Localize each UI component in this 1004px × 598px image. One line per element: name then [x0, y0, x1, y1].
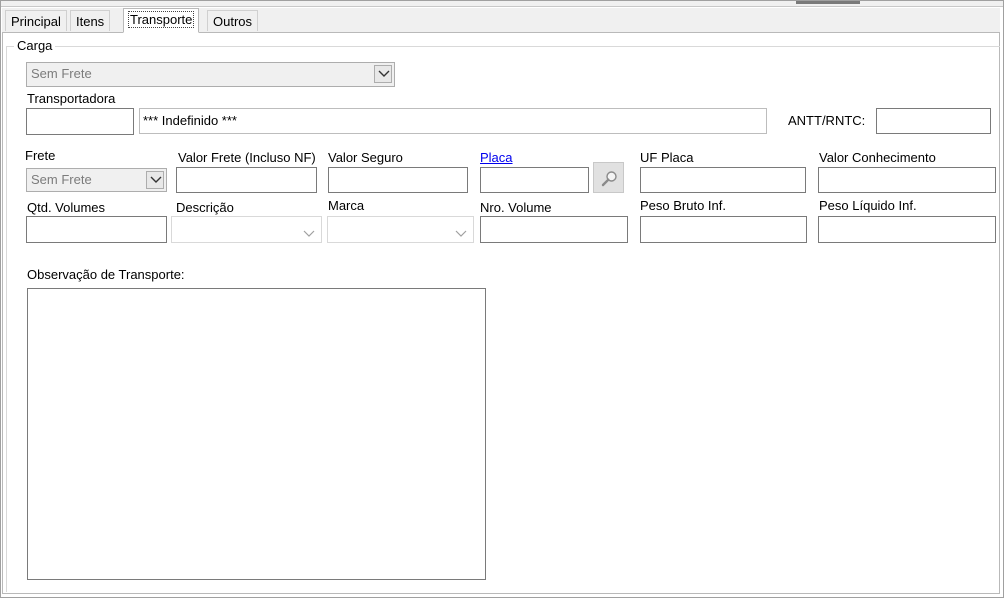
marca-select[interactable]	[327, 216, 474, 243]
uf-placa-input[interactable]	[640, 167, 806, 193]
transportadora-name-field: *** Indefinido ***	[139, 108, 767, 134]
placa-link[interactable]: Placa	[480, 150, 513, 165]
nro-volume-label: Nro. Volume	[480, 200, 552, 215]
frete-select-value: Sem Frete	[31, 172, 92, 187]
observacao-textarea[interactable]	[27, 288, 486, 580]
peso-bruto-input[interactable]	[640, 216, 807, 243]
transportadora-code-input[interactable]	[26, 108, 134, 135]
chevron-down-icon	[455, 223, 467, 245]
peso-liquido-input[interactable]	[818, 216, 996, 243]
peso-bruto-label: Peso Bruto Inf.	[640, 198, 726, 213]
chevron-down-icon	[374, 65, 392, 83]
antt-rntc-input[interactable]	[876, 108, 991, 134]
qtd-volumes-label: Qtd. Volumes	[27, 200, 106, 215]
placa-input[interactable]	[480, 167, 589, 193]
uf-placa-label: UF Placa	[640, 150, 694, 165]
carga-frete-select[interactable]: Sem Frete	[26, 62, 395, 87]
carga-group-title: Carga	[14, 38, 56, 53]
qtd-volumes-input[interactable]	[26, 216, 167, 243]
nro-volume-input[interactable]	[480, 216, 628, 243]
valor-conhecimento-label: Valor Conhecimento	[819, 150, 936, 165]
descricao-label: Descrição	[176, 200, 234, 215]
valor-frete-label: Valor Frete (Incluso NF)	[178, 150, 316, 165]
placa-search-button[interactable]	[593, 162, 624, 193]
antt-rntc-label: ANTT/RNTC:	[788, 113, 866, 128]
chevron-down-icon	[303, 223, 315, 245]
frete-select[interactable]: Sem Frete	[26, 168, 167, 192]
transportadora-label: Transportadora	[27, 91, 116, 106]
observacao-label: Observação de Transporte:	[27, 267, 185, 282]
frete-label: Frete	[25, 148, 56, 163]
valor-frete-input[interactable]	[176, 167, 317, 193]
chevron-down-icon	[146, 171, 164, 189]
valor-conhecimento-input[interactable]	[818, 167, 996, 193]
tab-transporte[interactable]: Transporte	[123, 8, 200, 33]
valor-seguro-input[interactable]	[328, 167, 468, 193]
descricao-select[interactable]	[171, 216, 322, 243]
valor-seguro-label: Valor Seguro	[328, 150, 403, 165]
carga-frete-select-value: Sem Frete	[31, 66, 92, 81]
marca-label: Marca	[328, 198, 365, 213]
tab-transporte-label: Transporte	[127, 11, 195, 28]
peso-liquido-label: Peso Líquido Inf.	[819, 198, 917, 213]
